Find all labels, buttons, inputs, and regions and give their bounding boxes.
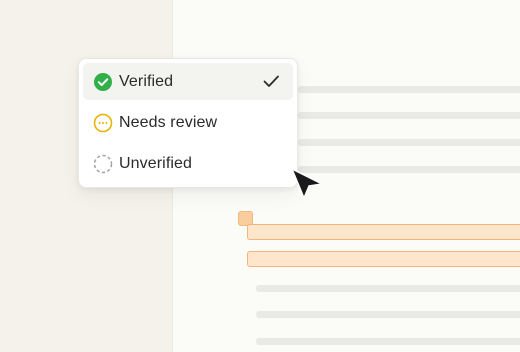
mouse-cursor-icon [290,167,324,201]
text-line [256,285,520,292]
menu-item-verified[interactable]: Verified [83,63,293,100]
checkmark-icon [261,71,281,91]
text-line [256,311,520,318]
status-dropdown-menu: Verified Needs review Unverified [78,58,298,188]
highlighted-line[interactable] [247,224,520,240]
text-line [298,139,520,146]
menu-item-label: Needs review [119,113,218,131]
dashed-circle-icon [93,154,113,174]
text-line [298,112,520,119]
check-circle-filled-icon [93,72,113,92]
text-line [298,86,520,93]
highlighted-line[interactable] [247,251,520,267]
menu-item-label: Unverified [119,154,193,172]
text-line [256,338,520,345]
menu-item-needs-review[interactable]: Needs review [83,104,293,141]
text-line [298,166,520,173]
menu-item-unverified[interactable]: Unverified [83,145,293,182]
menu-item-label: Verified [119,72,174,90]
dots-circle-icon [93,113,113,133]
